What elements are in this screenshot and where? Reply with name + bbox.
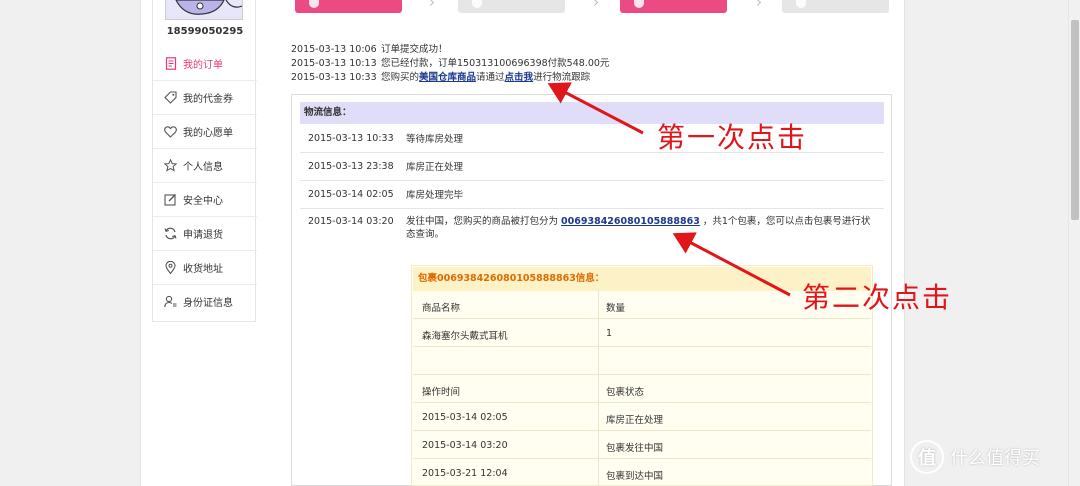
- sidebar-item-label: 收货地址: [183, 264, 223, 275]
- log-row: 2015-03-13 10:13 您已经付款，订单150313100696398付…: [291, 57, 609, 71]
- sidebar-item-label: 个人信息: [183, 162, 223, 173]
- log-text: 请通过: [476, 72, 505, 83]
- warehouse-goods-link[interactable]: 美国仓库商品: [419, 72, 476, 83]
- status-text: 包裹到达中国: [606, 471, 664, 482]
- status-table-header: 操作时间 包裹状态: [413, 375, 871, 403]
- click-me-tracking-link[interactable]: 点击我: [505, 72, 534, 83]
- logistics-time: 2015-03-14 02:05: [308, 189, 394, 200]
- sidebar-item-label: 身份证信息: [183, 298, 233, 309]
- sidebar-item-orders[interactable]: 我的订单: [153, 46, 257, 80]
- status-row: 2015-03-14 02:05 库房正在处理: [413, 403, 871, 431]
- log-text: 您购买的: [381, 72, 420, 83]
- refresh-icon: [164, 227, 177, 240]
- watermark-logo: 值: [910, 440, 944, 474]
- product-quantity: 1: [606, 328, 613, 339]
- logistics-desc: 发往中国，您购买的商品被打包分为 006938426080105888863 ，…: [406, 215, 876, 241]
- logistics-row: 2015-03-13 23:38 库房正在处理: [300, 153, 884, 181]
- scrollbar-thumb[interactable]: [1071, 20, 1079, 220]
- sidebar-item-id-info[interactable]: 身份证信息: [153, 284, 257, 318]
- log-row: 2015-03-13 10:33 您购买的美国仓库商品请通过点击我进行物流跟踪: [291, 71, 609, 85]
- watermark: 值 什么值得买: [910, 440, 1040, 474]
- product-name: 森海塞尔头戴式耳机: [422, 331, 508, 342]
- logistics-time: 2015-03-14 03:20: [308, 216, 394, 227]
- logistics-desc: 库房正在处理: [406, 162, 464, 173]
- column-header-product: 商品名称: [422, 303, 461, 314]
- status-time: 2015-03-21 12:04: [422, 468, 508, 479]
- package-item-row: 森海塞尔头戴式耳机 1: [413, 319, 871, 347]
- logistics-time: 2015-03-13 10:33: [308, 133, 394, 144]
- sidebar-item-label: 安全中心: [183, 196, 223, 207]
- first-click-annotation: 第一次点击: [657, 121, 808, 154]
- status-text: 库房正在处理: [606, 415, 664, 426]
- status-text: 包裹发往中国: [606, 443, 664, 454]
- account-menu: 我的订单 我的代金券 我的心愿单 个人信息 安全中心 申请退货 收货地址 身份证…: [153, 46, 257, 318]
- edit-icon: [164, 193, 177, 206]
- id-user-icon: [164, 295, 177, 308]
- account-sidebar: 18599050295 我的订单 我的代金券 我的心愿单 个人信息 安全中心 申…: [152, 0, 257, 322]
- column-header-status: 包裹状态: [606, 387, 645, 398]
- star-icon: [164, 159, 177, 172]
- status-row: 2015-03-21 12:04 包裹到达中国: [413, 459, 871, 486]
- log-text: 您已经付款，订单150313100696398付款548.00元: [381, 58, 610, 69]
- sidebar-item-address[interactable]: 收货地址: [153, 250, 257, 284]
- tag-icon: [164, 91, 177, 104]
- order-doc-icon: [164, 56, 177, 70]
- log-time: 2015-03-13 10:13: [291, 58, 377, 69]
- progress-step-1: [295, 0, 402, 13]
- progress-step-4: [782, 0, 889, 13]
- sidebar-item-label: 申请退货: [183, 230, 223, 241]
- second-click-annotation: 第二次点击: [802, 281, 953, 314]
- log-time: 2015-03-13 10:33: [291, 72, 377, 83]
- log-text: 订单提交成功！: [381, 44, 448, 55]
- sidebar-item-label: 我的心愿单: [183, 128, 233, 139]
- order-log: 2015-03-13 10:06 订单提交成功！ 2015-03-13 10:13…: [291, 43, 609, 85]
- logistics-desc-text: 发往中国，您购买的商品被打包分为: [406, 216, 562, 227]
- avatar[interactable]: [165, 0, 243, 20]
- sidebar-item-coupons[interactable]: 我的代金券: [153, 80, 257, 114]
- page-scrollbar[interactable]: [1068, 0, 1080, 486]
- status-row: 2015-03-14 03:20 包裹发往中国: [413, 431, 871, 459]
- sidebar-item-label: 我的订单: [183, 59, 223, 71]
- heart-icon: [164, 125, 177, 138]
- status-time: 2015-03-14 02:05: [422, 412, 508, 423]
- column-header-op-time: 操作时间: [422, 387, 461, 398]
- logistics-time: 2015-03-13 23:38: [308, 161, 394, 172]
- progress-step-2: [458, 0, 565, 13]
- logistics-row: 2015-03-14 02:05 库房处理完毕: [300, 181, 884, 209]
- log-row: 2015-03-13 10:06 订单提交成功！: [291, 43, 609, 57]
- progress-step-3: [620, 0, 727, 13]
- sidebar-item-profile[interactable]: 个人信息: [153, 148, 257, 182]
- sidebar-item-returns[interactable]: 申请退货: [153, 216, 257, 250]
- column-header-quantity: 数量: [606, 303, 626, 314]
- log-text: 进行物流跟踪: [533, 72, 591, 83]
- map-pin-icon: [164, 261, 177, 274]
- watermark-text: 什么值得买: [950, 448, 1040, 469]
- user-id: 18599050295: [166, 26, 244, 37]
- sidebar-item-wishlist[interactable]: 我的心愿单: [153, 114, 257, 148]
- package-number-link[interactable]: 006938426080105888863: [561, 216, 700, 227]
- status-time: 2015-03-14 03:20: [422, 440, 508, 451]
- package-spacer-row: [413, 347, 871, 375]
- logistics-desc: 库房处理完毕: [406, 190, 464, 201]
- sidebar-item-label: 我的代金券: [183, 94, 233, 105]
- log-time: 2015-03-13 10:06: [291, 44, 377, 55]
- sidebar-item-security[interactable]: 安全中心: [153, 182, 257, 216]
